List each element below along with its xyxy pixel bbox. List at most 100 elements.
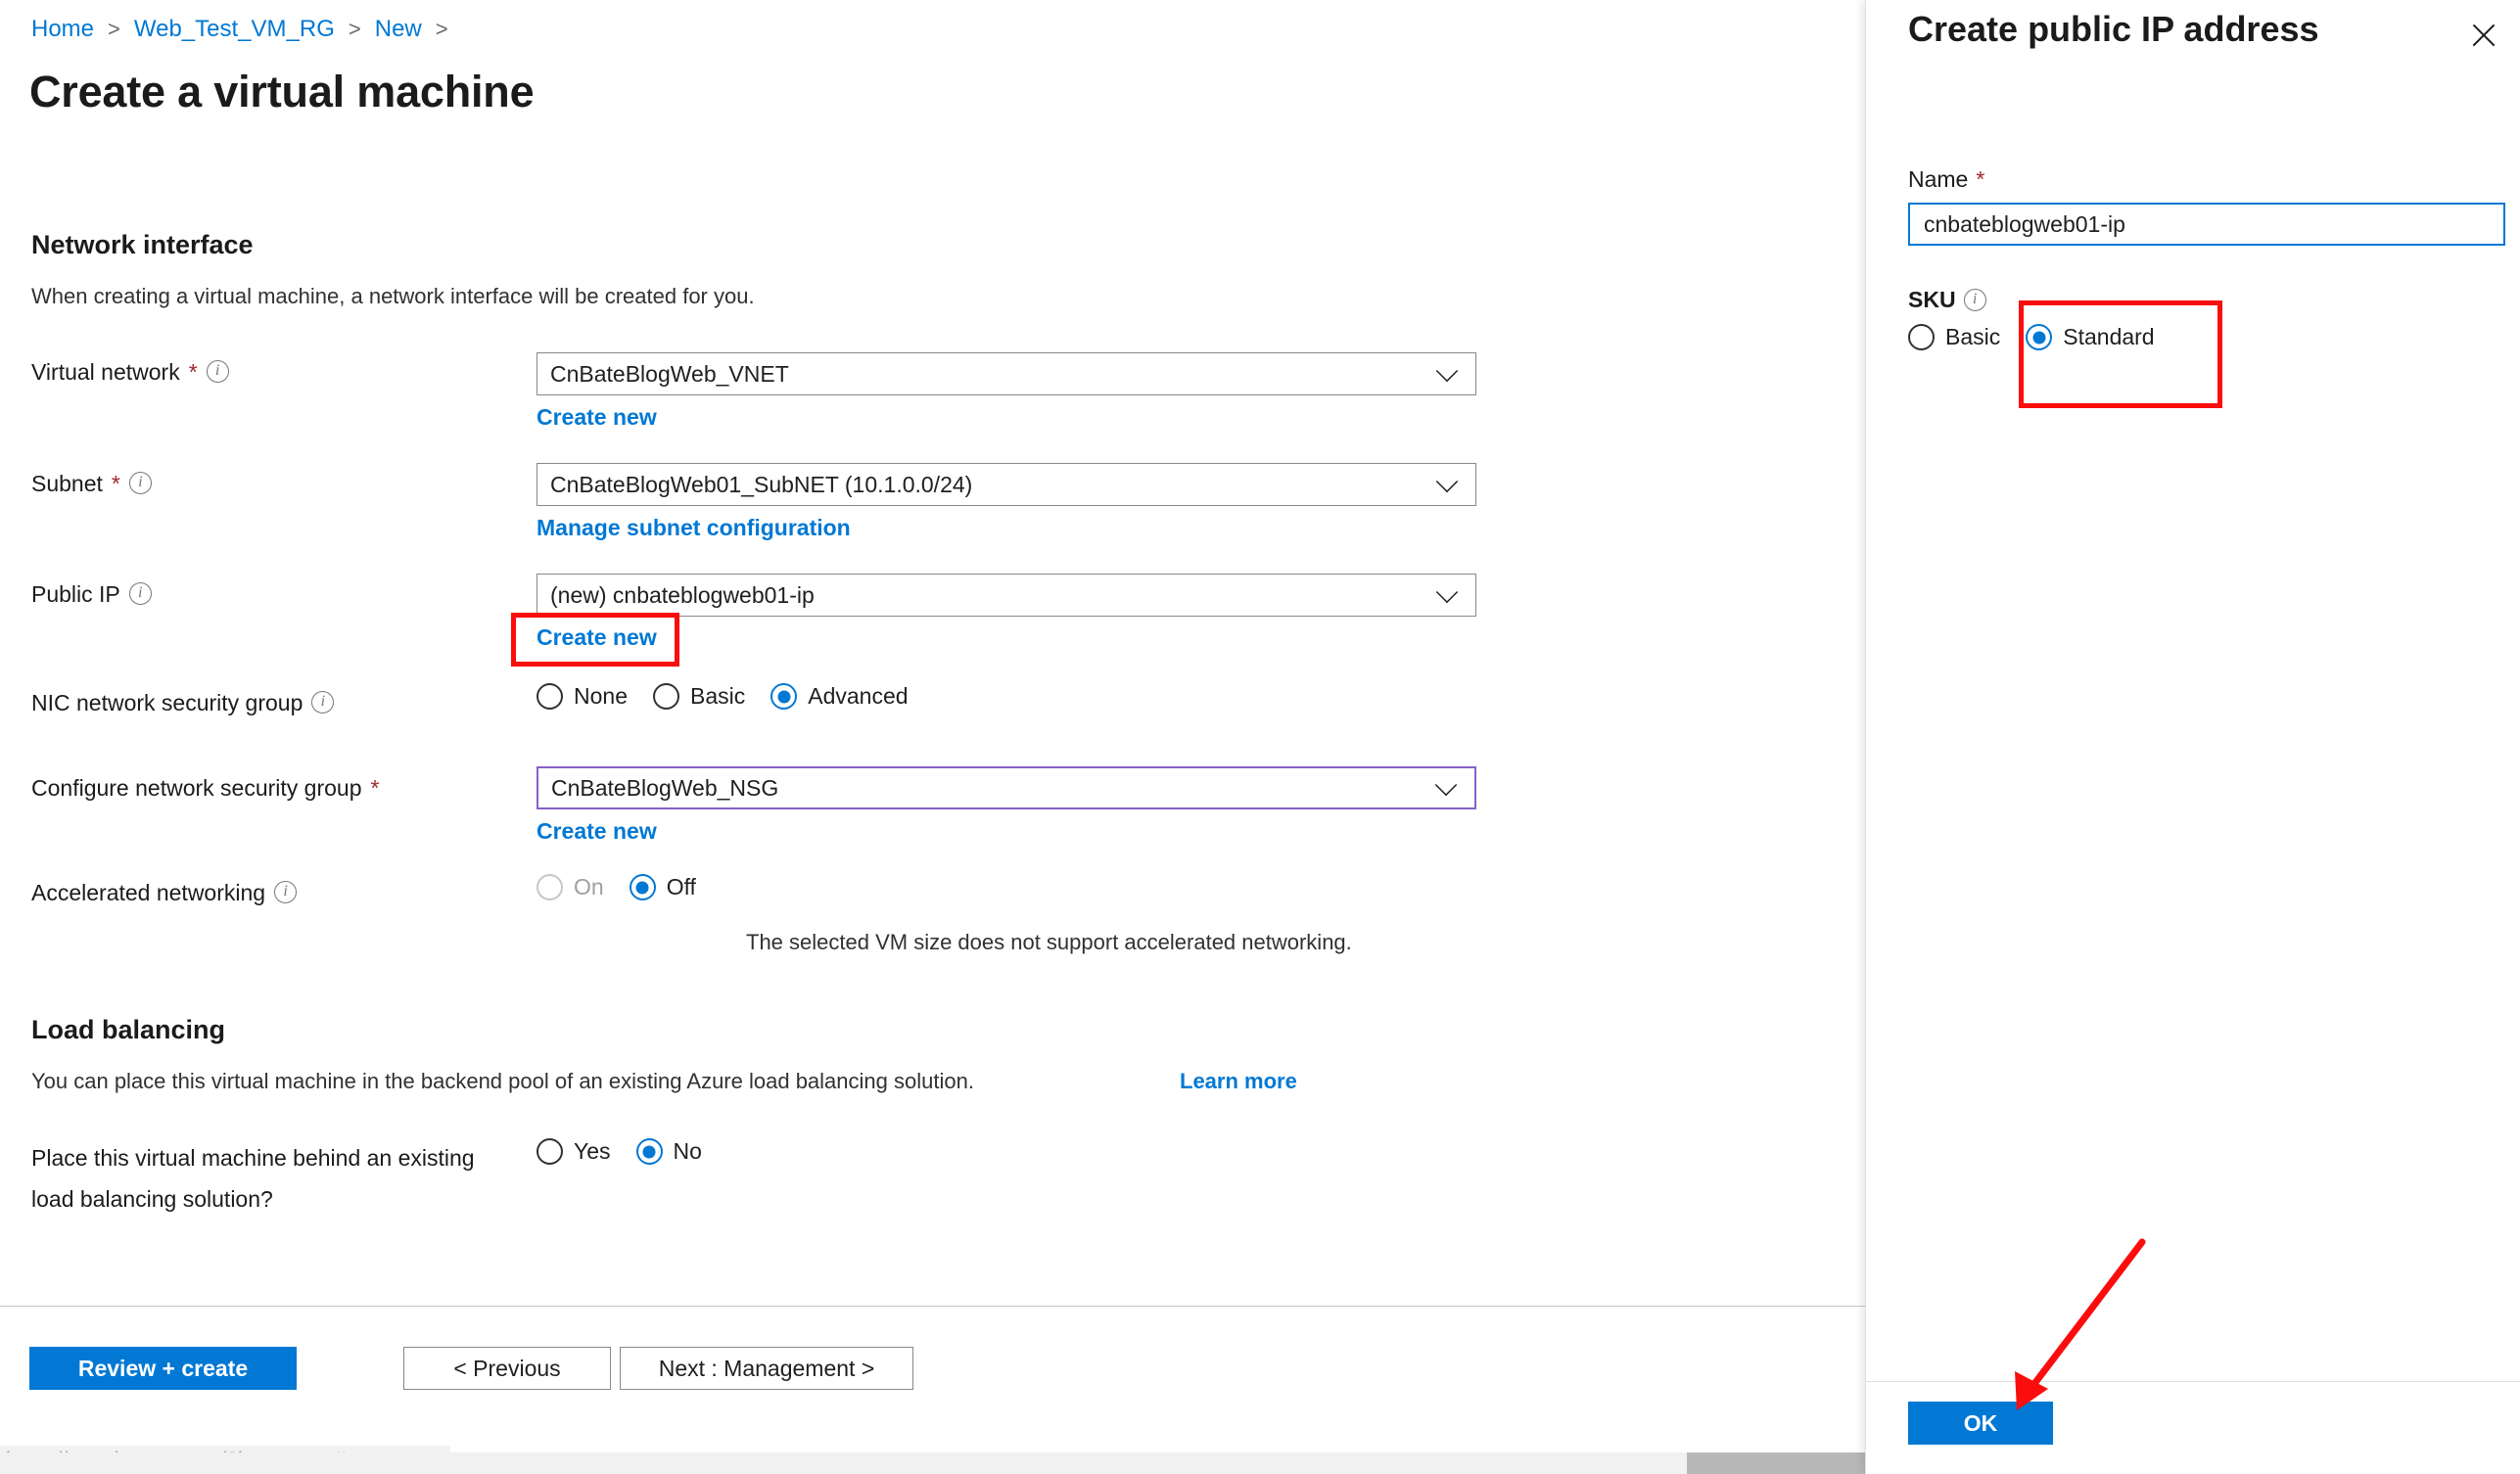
nic-nsg-option-basic[interactable]: Basic — [652, 683, 746, 710]
info-icon[interactable]: i — [1963, 289, 1986, 311]
breadcrumb-item-new[interactable]: New — [375, 16, 422, 43]
accelerated-networking-radio-group: On Off — [537, 874, 696, 900]
accelerated-networking-label-group: Accelerated networking i — [31, 873, 298, 912]
page-title: Create a virtual machine — [29, 67, 535, 116]
accelerated-networking-option-on-label: On — [574, 874, 604, 899]
load-balancing-description: You can place this virtual machine in th… — [31, 1069, 974, 1093]
load-balancing-option-no[interactable]: No — [635, 1138, 702, 1165]
panel-title: Create public IP address — [1908, 9, 2319, 49]
panel-sku-option-basic[interactable]: Basic — [1908, 324, 2000, 350]
required-marker: * — [111, 471, 120, 496]
panel-name-value: cnbateblogweb01-ip — [1924, 210, 2125, 237]
configure-nsg-label-group: Configure network security group * — [31, 768, 379, 807]
public-ip-label: Public IP — [31, 581, 120, 607]
public-ip-dropdown[interactable]: (new) cnbateblogweb01-ip — [537, 574, 1476, 617]
create-public-ip-panel: Create public IP address Name * cnbatebl… — [1865, 0, 2520, 1474]
chevron-down-icon — [1435, 470, 1459, 493]
panel-sku-option-standard[interactable]: Standard — [2026, 324, 2155, 350]
panel-name-input[interactable]: cnbateblogweb01-ip — [1908, 203, 2505, 246]
nic-nsg-option-none-label: None — [574, 683, 628, 709]
load-balancing-learn-more-link[interactable]: Learn more — [1180, 1069, 1297, 1094]
horizontal-scrollbar-track[interactable] — [0, 1452, 1865, 1474]
chevron-down-icon — [1434, 773, 1458, 797]
accelerated-networking-option-on: On — [537, 874, 604, 900]
load-balancing-question-label: Place this virtual machine behind an exi… — [31, 1145, 475, 1212]
nic-nsg-option-basic-label: Basic — [689, 683, 746, 709]
public-ip-create-new-link[interactable]: Create new — [537, 624, 657, 651]
create-vm-blade: Home > Web_Test_VM_RG > New > Create a v… — [0, 0, 1865, 1474]
configure-nsg-dropdown[interactable]: CnBateBlogWeb_NSG — [537, 766, 1476, 809]
nic-nsg-radio-group: None Basic Advanced — [537, 683, 909, 710]
chevron-down-icon — [1435, 359, 1459, 383]
radio-icon — [1908, 324, 1935, 350]
public-ip-value: (new) cnbateblogweb01-ip — [550, 581, 815, 608]
info-icon[interactable]: i — [311, 691, 335, 714]
footer-divider — [0, 1306, 1865, 1307]
subnet-value: CnBateBlogWeb01_SubNET (10.1.0.0/24) — [550, 471, 973, 497]
breadcrumb-item-home[interactable]: Home — [31, 16, 94, 43]
virtual-network-label-group: Virtual network * i — [31, 352, 229, 392]
accelerated-networking-option-off-label: Off — [666, 874, 696, 899]
panel-sku-label: SKU — [1908, 287, 1956, 312]
subnet-label: Subnet — [31, 471, 103, 496]
load-balancing-heading: Load balancing — [31, 1015, 226, 1044]
info-icon[interactable]: i — [274, 881, 298, 903]
configure-nsg-create-new-link[interactable]: Create new — [537, 818, 657, 845]
info-icon[interactable]: i — [128, 582, 152, 605]
configure-nsg-value: CnBateBlogWeb_NSG — [551, 774, 779, 801]
next-management-button[interactable]: Next : Management > — [620, 1347, 913, 1390]
panel-name-label: Name — [1908, 166, 1969, 192]
required-marker: * — [370, 775, 380, 801]
close-icon[interactable] — [2466, 18, 2501, 53]
public-ip-label-group: Public IP i — [31, 575, 152, 614]
info-icon[interactable]: i — [128, 472, 152, 494]
nic-network-security-group-label-group: NIC network security group i — [31, 683, 335, 722]
review-create-button[interactable]: Review + create — [29, 1347, 297, 1390]
nic-nsg-option-none[interactable]: None — [537, 683, 628, 710]
virtual-network-dropdown[interactable]: CnBateBlogWeb_VNET — [537, 352, 1476, 395]
accelerated-networking-option-off[interactable]: Off — [629, 874, 696, 900]
subnet-dropdown[interactable]: CnBateBlogWeb01_SubNET (10.1.0.0/24) — [537, 463, 1476, 506]
accelerated-networking-note: The selected VM size does not support ac… — [746, 930, 1352, 954]
radio-icon-selected — [635, 1138, 663, 1165]
radio-icon-disabled — [537, 874, 563, 900]
virtual-network-create-new-link[interactable]: Create new — [537, 404, 657, 431]
breadcrumb-separator-icon: > — [108, 17, 120, 41]
radio-icon — [537, 683, 563, 710]
network-interface-description: When creating a virtual machine, a netwo… — [31, 284, 755, 308]
virtual-network-value: CnBateBlogWeb_VNET — [550, 360, 789, 387]
nic-nsg-option-advanced[interactable]: Advanced — [770, 683, 909, 710]
configure-nsg-label: Configure network security group — [31, 775, 362, 801]
radio-icon-selected — [770, 683, 798, 710]
load-balancing-option-yes-label: Yes — [574, 1138, 611, 1164]
breadcrumb-separator-icon: > — [348, 17, 361, 41]
panel-sku-option-basic-label: Basic — [1945, 324, 2001, 349]
panel-ok-button[interactable]: OK — [1908, 1402, 2053, 1445]
radio-icon-selected — [629, 874, 656, 900]
radio-icon-selected — [2026, 324, 2053, 350]
panel-name-label-group: Name * — [1908, 166, 1984, 193]
load-balancing-radio-group: Yes No — [537, 1138, 702, 1165]
subnet-label-group: Subnet * i — [31, 464, 152, 503]
horizontal-scrollbar-thumb[interactable] — [1687, 1452, 1865, 1474]
panel-sku-radio-group: Basic Standard — [1908, 324, 2155, 350]
manage-subnet-configuration-link[interactable]: Manage subnet configuration — [537, 515, 851, 541]
network-interface-heading: Network interface — [31, 230, 254, 259]
previous-button[interactable]: < Previous — [403, 1347, 611, 1390]
required-marker: * — [188, 359, 198, 385]
load-balancing-option-yes[interactable]: Yes — [537, 1138, 611, 1165]
azure-portal-screen: Home > Web_Test_VM_RG > New > Create a v… — [0, 0, 2520, 1474]
virtual-network-label: Virtual network — [31, 359, 180, 385]
nic-nsg-option-advanced-label: Advanced — [808, 683, 909, 709]
required-marker: * — [1976, 166, 1985, 192]
breadcrumb-separator-icon: > — [435, 17, 448, 41]
breadcrumb: Home > Web_Test_VM_RG > New > — [31, 16, 462, 43]
radio-icon — [537, 1138, 563, 1165]
panel-sku-label-group: SKU i — [1908, 287, 1986, 313]
panel-sku-option-standard-label: Standard — [2063, 324, 2155, 349]
radio-icon — [652, 683, 679, 710]
panel-footer-divider — [1866, 1381, 2520, 1382]
breadcrumb-item-resource-group[interactable]: Web_Test_VM_RG — [134, 16, 335, 43]
accelerated-networking-label: Accelerated networking — [31, 880, 266, 905]
info-icon[interactable]: i — [206, 360, 229, 383]
